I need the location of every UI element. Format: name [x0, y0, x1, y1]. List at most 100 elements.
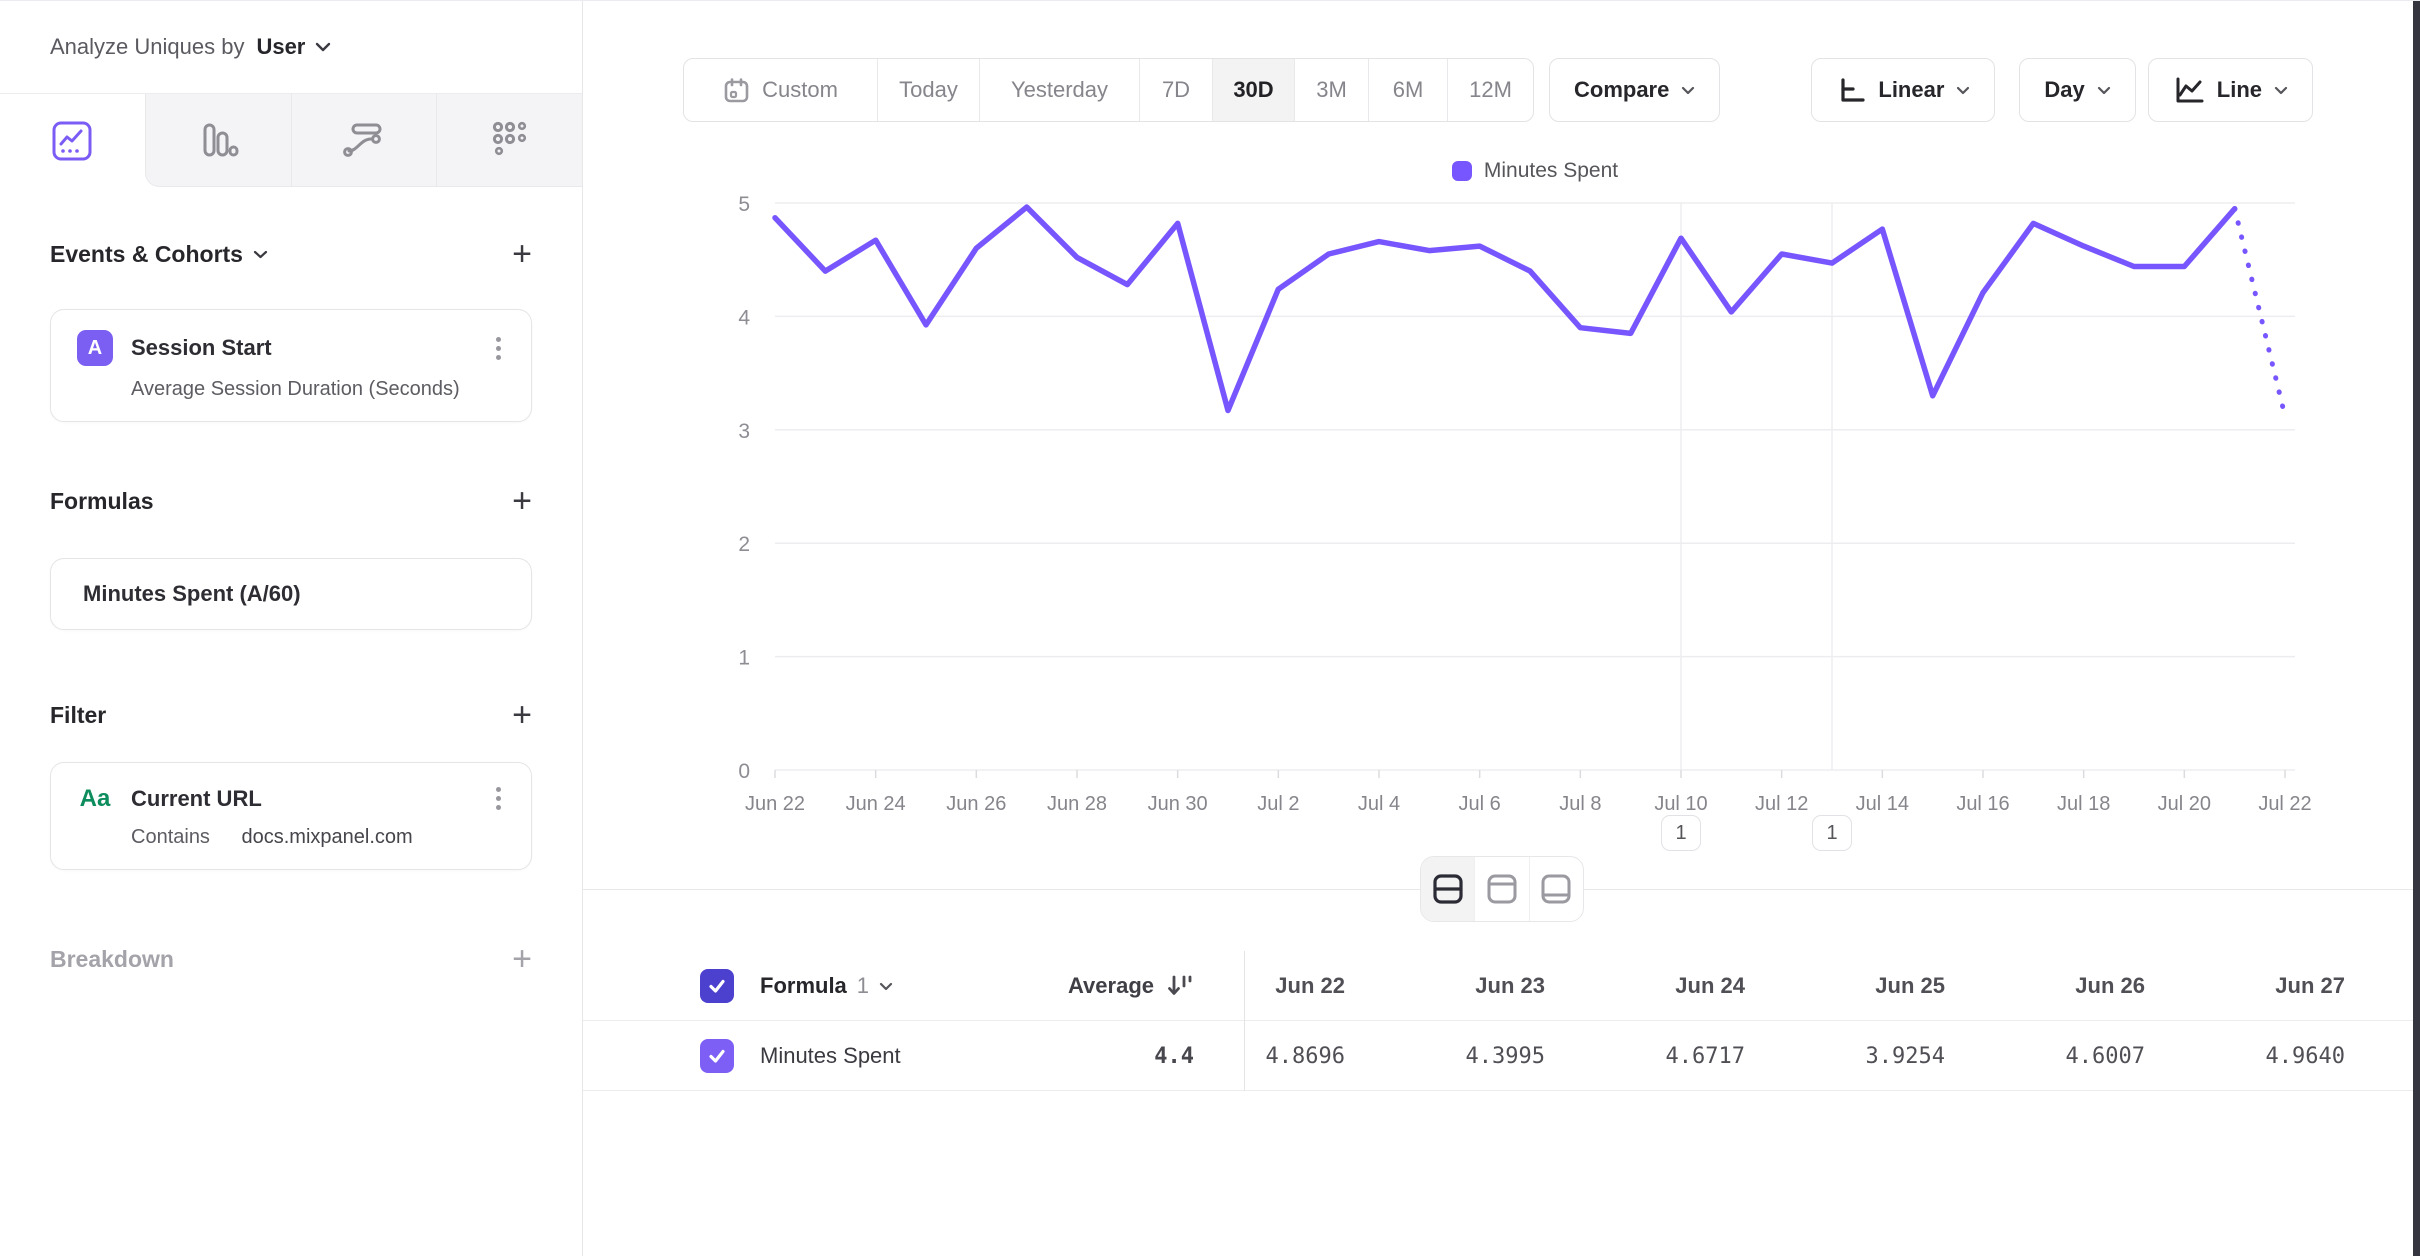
formula-group-number: 1: [857, 973, 869, 999]
range-30d[interactable]: 30D: [1212, 59, 1294, 121]
add-filter-button[interactable]: +: [512, 698, 532, 732]
tab-line-chart[interactable]: [0, 94, 145, 187]
calendar-icon: [723, 77, 750, 104]
formulas-title: Formulas: [50, 488, 154, 515]
average-column-header[interactable]: Average: [1068, 973, 1154, 999]
svg-text:Jul 6: Jul 6: [1459, 793, 1501, 815]
svg-text:Jul 10: Jul 10: [1654, 793, 1707, 815]
date-column-header[interactable]: Jun 23: [1445, 973, 1645, 999]
svg-text:1: 1: [738, 647, 750, 670]
date-column-header[interactable]: Jun 25: [1845, 973, 2045, 999]
compare-button[interactable]: Compare: [1549, 58, 1720, 122]
svg-text:Jun 28: Jun 28: [1047, 793, 1107, 815]
value-cell: 4.6007: [2045, 1044, 2245, 1069]
string-property-badge: Aa: [77, 785, 113, 813]
layout-split-view-button[interactable]: [1421, 857, 1474, 921]
range-12m[interactable]: 12M: [1447, 59, 1533, 121]
kebab-menu-icon[interactable]: [492, 783, 505, 814]
svg-text:Jul 2: Jul 2: [1257, 793, 1299, 815]
flow-icon: [341, 118, 387, 162]
date-column-header[interactable]: Jun 24: [1645, 973, 1845, 999]
scale-button[interactable]: Linear: [1811, 58, 1995, 122]
svg-text:Jul 12: Jul 12: [1755, 793, 1808, 815]
analyze-uniques-value[interactable]: User: [256, 34, 305, 60]
filter-title: Filter: [50, 702, 106, 729]
filter-card[interactable]: Aa Current URL Contains docs.mixpanel.co…: [50, 762, 532, 870]
formula-group-label[interactable]: Formula: [760, 973, 847, 999]
sort-descending-icon[interactable]: [1166, 973, 1194, 999]
svg-text:4: 4: [738, 306, 750, 329]
tab-metrics[interactable]: [436, 94, 582, 187]
line-chart-icon: [50, 119, 94, 163]
filter-value[interactable]: docs.mixpanel.com: [242, 826, 413, 848]
interval-button[interactable]: Day: [2019, 58, 2135, 122]
series-checkbox[interactable]: [700, 1039, 734, 1073]
svg-text:0: 0: [738, 760, 750, 783]
range-custom[interactable]: Custom: [684, 59, 877, 121]
layout-table-bottom-button[interactable]: [1529, 857, 1583, 921]
formula-name[interactable]: Minutes Spent (A/60): [83, 581, 301, 607]
range-6m[interactable]: 6M: [1368, 59, 1447, 121]
bar-chart-icon: [196, 118, 240, 162]
chart-display-controls: Linear Day: [1811, 58, 2313, 122]
event-aggregation[interactable]: Average Session Duration (Seconds): [77, 378, 505, 401]
value-cell: 4.3995: [1445, 1044, 1645, 1069]
formula-group-checkbox[interactable]: [700, 969, 734, 1003]
average-value: 4.4: [1154, 1044, 1194, 1069]
results-table: Formula 1 Average: [583, 951, 2420, 1091]
annotation-chip[interactable]: 1: [1812, 815, 1852, 851]
line-chart-icon: [2173, 75, 2205, 105]
range-7d[interactable]: 7D: [1139, 59, 1212, 121]
date-column-header[interactable]: Jun 26: [2045, 973, 2245, 999]
svg-text:Jul 22: Jul 22: [2258, 793, 2311, 815]
window-edge-scrollbar[interactable]: [2413, 1, 2420, 1256]
events-cohorts-section-header: Events & Cohorts +: [50, 237, 532, 271]
line-chart[interactable]: 012345Jun 22Jun 24Jun 26Jun 28Jun 30Jul …: [583, 141, 2413, 881]
svg-text:Jul 16: Jul 16: [1956, 793, 2009, 815]
report-main-area: Custom Today Yesterday 7D 30D 3M 6M 12M …: [583, 1, 2420, 1256]
chevron-down-icon[interactable]: [315, 42, 331, 52]
date-range-control: Custom Today Yesterday 7D 30D 3M 6M 12M: [683, 58, 1534, 122]
formula-card[interactable]: Minutes Spent (A/60): [50, 558, 532, 630]
annotation-chip[interactable]: 1: [1661, 815, 1701, 851]
range-yesterday[interactable]: Yesterday: [979, 59, 1139, 121]
value-cell: 4.9640: [2245, 1044, 2420, 1069]
axis-scale-icon: [1836, 75, 1866, 105]
chart-type-button[interactable]: Line: [2148, 58, 2313, 122]
event-name[interactable]: Session Start: [131, 335, 272, 361]
analyze-uniques-label: Analyze Uniques by: [50, 34, 244, 60]
chart-toolbar: Custom Today Yesterday 7D 30D 3M 6M 12M …: [583, 58, 2313, 122]
sidebar-content: Events & Cohorts + A Session Start Avera…: [0, 237, 582, 976]
events-cohorts-title[interactable]: Events & Cohorts: [50, 241, 268, 268]
chevron-down-icon: [1681, 86, 1695, 95]
table-header-row: Formula 1 Average: [583, 951, 2420, 1021]
series-row-label[interactable]: Minutes Spent: [760, 1043, 901, 1069]
chevron-down-icon: [2097, 86, 2111, 95]
add-event-button[interactable]: +: [512, 237, 532, 271]
range-3m[interactable]: 3M: [1294, 59, 1368, 121]
add-formula-button[interactable]: +: [512, 484, 532, 518]
event-card[interactable]: A Session Start Average Session Duration…: [50, 309, 532, 422]
range-today[interactable]: Today: [877, 59, 979, 121]
svg-text:Jul 18: Jul 18: [2057, 793, 2110, 815]
table-data-row: Minutes Spent 4.4 4.86964.39954.67173.92…: [583, 1021, 2420, 1091]
date-column-header[interactable]: Jun 27: [2245, 973, 2420, 999]
chevron-down-icon: [1956, 86, 1970, 95]
event-letter-badge: A: [77, 330, 113, 366]
layout-table-top-button[interactable]: [1474, 857, 1528, 921]
filter-section-header: Filter +: [50, 698, 532, 732]
add-breakdown-button[interactable]: +: [512, 942, 532, 976]
table-header-left: Formula 1 Average: [583, 951, 1245, 1021]
chevron-down-icon: [2274, 86, 2288, 95]
breakdown-title: Breakdown: [50, 946, 174, 973]
date-column-header[interactable]: Jun 22: [1245, 973, 1445, 999]
tab-flow[interactable]: [291, 94, 437, 187]
metrics-grid-icon: [488, 118, 532, 162]
chevron-down-icon[interactable]: [879, 982, 893, 991]
tab-bar-chart[interactable]: [145, 94, 291, 187]
kebab-menu-icon[interactable]: [492, 333, 505, 364]
filter-operator[interactable]: Contains: [131, 826, 210, 848]
breakdown-section-header: Breakdown +: [50, 942, 532, 976]
svg-text:Jun 30: Jun 30: [1148, 793, 1208, 815]
filter-property-name[interactable]: Current URL: [131, 786, 262, 812]
